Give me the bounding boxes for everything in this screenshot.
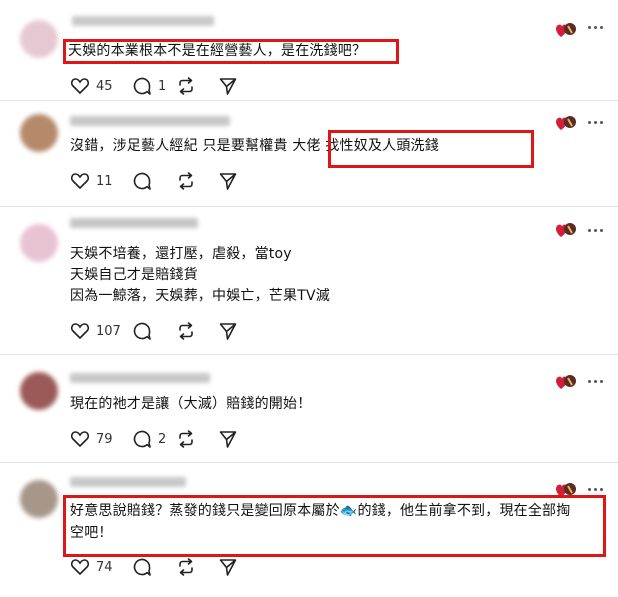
- reply-icon: [133, 430, 151, 448]
- reply-icon: [133, 558, 151, 576]
- repost-button[interactable]: [176, 320, 196, 342]
- like-button[interactable]: 79: [70, 428, 113, 450]
- comment-3: 天娛不培養，還打壓，虐殺，當toy 天娛自己才是賠錢貨 因為一鯨落，天娛葬，中娛…: [0, 207, 618, 354]
- heart-icon: [70, 431, 90, 448]
- share-button[interactable]: [218, 556, 238, 578]
- share-icon: [219, 78, 237, 95]
- like-button[interactable]: 11: [70, 170, 113, 192]
- repost-icon: [179, 77, 193, 95]
- share-button[interactable]: [218, 75, 238, 97]
- share-icon: [219, 323, 237, 340]
- heart-badge-icon: [554, 372, 576, 392]
- reply-button[interactable]: 2: [132, 428, 166, 450]
- heart-icon: [70, 78, 90, 95]
- heart-badge-icon: [554, 113, 576, 133]
- like-button[interactable]: 107: [70, 320, 121, 342]
- highlight-box: [63, 39, 399, 64]
- more-icon[interactable]: [588, 229, 604, 233]
- reply-button[interactable]: [132, 320, 152, 342]
- comment-5: 好意思說賠錢？蒸發的錢只是變回原本屬於🐟的錢，他生前拿不到，現在全部掏 空吧！ …: [0, 463, 618, 597]
- username-blurred[interactable]: [72, 16, 214, 26]
- comment-1: 天娛的本業根本不是在經營藝人，是在洗錢吧？ 45 1: [0, 0, 618, 100]
- username-blurred[interactable]: [70, 477, 186, 487]
- avatar[interactable]: [20, 20, 58, 58]
- more-icon[interactable]: [588, 380, 604, 384]
- username-blurred[interactable]: [70, 218, 198, 228]
- highlight-box: [63, 495, 606, 557]
- repost-icon: [179, 322, 193, 340]
- reply-count: 1: [158, 78, 167, 94]
- comment-4: 現在的祂才是讓（大滅）賠錢的開始！ 79 2: [0, 355, 618, 462]
- share-icon: [219, 431, 237, 448]
- reply-icon: [133, 322, 151, 340]
- share-icon: [219, 173, 237, 190]
- more-icon[interactable]: [588, 488, 604, 492]
- like-count: 11: [96, 173, 113, 189]
- repost-icon: [179, 172, 193, 190]
- avatar[interactable]: [20, 372, 58, 410]
- comment-line-1: 天娛不培養，還打壓，虐殺，當toy: [70, 246, 292, 262]
- repost-button[interactable]: [176, 428, 196, 450]
- avatar[interactable]: [20, 480, 58, 518]
- heart-badge-icon: [554, 220, 576, 240]
- share-button[interactable]: [218, 428, 238, 450]
- more-icon[interactable]: [588, 121, 604, 125]
- repost-icon: [179, 430, 193, 448]
- like-count: 74: [96, 559, 113, 575]
- reply-button[interactable]: 1: [132, 75, 166, 97]
- reply-icon: [133, 172, 151, 190]
- repost-button[interactable]: [176, 170, 196, 192]
- reply-icon: [133, 77, 151, 95]
- heart-icon: [70, 323, 90, 340]
- username-blurred[interactable]: [70, 116, 230, 126]
- reply-count: 2: [158, 431, 167, 447]
- like-button[interactable]: 74: [70, 556, 113, 578]
- heart-icon: [70, 559, 90, 576]
- reply-button[interactable]: [132, 170, 152, 192]
- avatar[interactable]: [20, 224, 58, 262]
- share-button[interactable]: [218, 320, 238, 342]
- username-blurred[interactable]: [70, 373, 210, 383]
- avatar[interactable]: [20, 114, 58, 152]
- comment-2: 沒錯，涉足藝人經紀 只是要幫權貴 大佬 找性奴及人頭洗錢 11: [0, 101, 618, 206]
- share-icon: [219, 559, 237, 576]
- heart-icon: [70, 173, 90, 190]
- comment-line-2: 天娛自己才是賠錢貨: [70, 267, 198, 283]
- more-icon[interactable]: [588, 26, 604, 30]
- highlight-box: [328, 130, 534, 168]
- repost-button[interactable]: [176, 75, 196, 97]
- share-button[interactable]: [218, 170, 238, 192]
- comment-text-part: 沒錯，涉足藝人經紀 只是要幫權貴 大佬: [70, 138, 326, 154]
- like-count: 79: [96, 431, 113, 447]
- like-count: 107: [96, 323, 121, 339]
- like-button[interactable]: 45: [70, 75, 113, 97]
- repost-icon: [179, 558, 193, 576]
- heart-badge-icon: [554, 20, 576, 40]
- repost-button[interactable]: [176, 556, 196, 578]
- comment-text: 現在的祂才是讓（大滅）賠錢的開始！: [70, 396, 312, 412]
- comment-line-3: 因為一鯨落，天娛葬，中娛亡，芒果TV滅: [70, 288, 330, 304]
- reply-button[interactable]: [132, 556, 152, 578]
- like-count: 45: [96, 78, 113, 94]
